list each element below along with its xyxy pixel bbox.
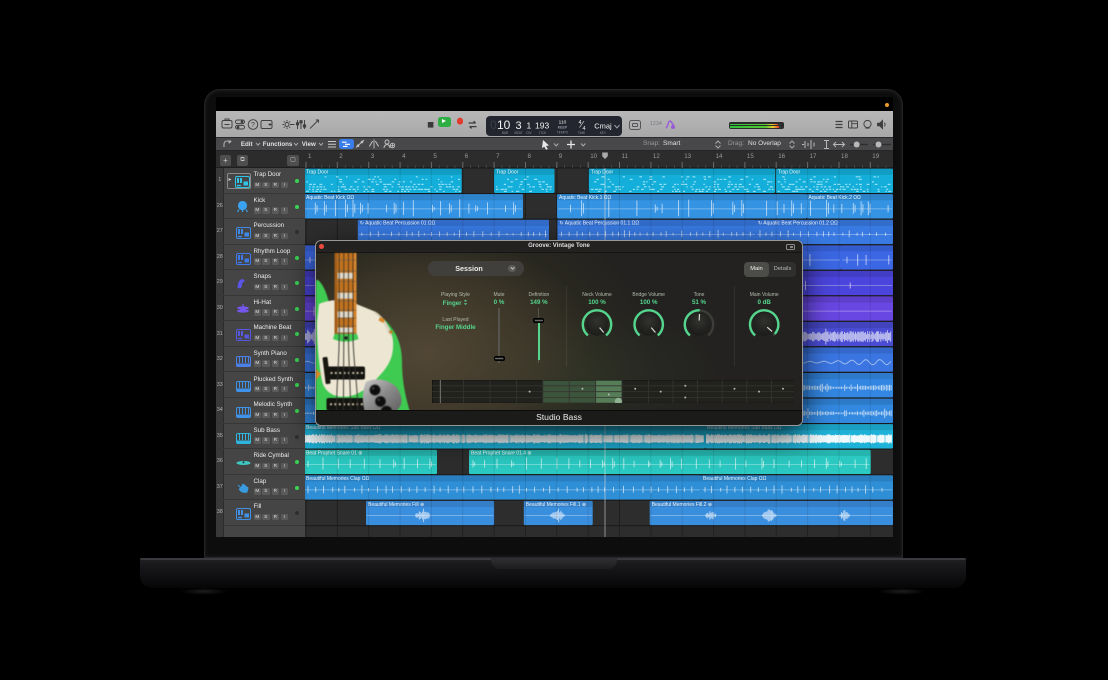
svg-text:Trap Door: Trap Door xyxy=(778,170,801,176)
svg-text:193: 193 xyxy=(535,121,549,131)
svg-text:Beautiful Memories Sub Bass Ω: Beautiful Memories Sub Bass ΩΩ xyxy=(707,425,782,431)
svg-text:1: 1 xyxy=(527,121,532,131)
svg-text:Aquatic Beat Kick ΩΩ: Aquatic Beat Kick ΩΩ xyxy=(306,195,354,201)
svg-text:Beautiful Memories Fill ⊕: Beautiful Memories Fill ⊕ xyxy=(368,502,424,508)
svg-text:↻ Aquatic Beat Percussion 01.2: ↻ Aquatic Beat Percussion 01.2 ΩΩ xyxy=(758,221,838,227)
svg-text:Trap Door: Trap Door xyxy=(496,170,519,176)
svg-text:Beat Prophet Snare 01.4 ⊕: Beat Prophet Snare 01.4 ⊕ xyxy=(471,451,532,457)
svg-text:↻ Aquatic Beat Percussion 01: ↻ Aquatic Beat Percussion 01 ΩΩ xyxy=(360,221,436,227)
svg-text:TIME: TIME xyxy=(578,131,586,135)
svg-text:Beat Prophet Snare 01 ⊕: Beat Prophet Snare 01 ⊕ xyxy=(306,451,362,457)
svg-text:Beautiful Memories Fill.1 ⊕: Beautiful Memories Fill.1 ⊕ xyxy=(526,502,586,508)
svg-text:0: 0 xyxy=(490,118,497,132)
svg-text:Aquatic Beat Kick.2 ΩΩ: Aquatic Beat Kick.2 ΩΩ xyxy=(809,195,861,201)
svg-text:KEEP: KEEP xyxy=(558,125,568,129)
svg-text:↻ Aquatic Beat Percussion 01.1: ↻ Aquatic Beat Percussion 01.1 ΩΩ xyxy=(559,221,639,227)
svg-text:TEMPO: TEMPO xyxy=(557,130,569,134)
svg-text:Beautiful Memories Sub Bass Ω: Beautiful Memories Sub Bass ΩΩ xyxy=(306,425,381,431)
svg-text:BEAT: BEAT xyxy=(514,131,522,135)
svg-text:KEY: KEY xyxy=(600,131,607,135)
svg-text:Beautiful Memories Clap ΩΩ: Beautiful Memories Clap ΩΩ xyxy=(703,476,767,482)
svg-text:DIV: DIV xyxy=(526,131,532,135)
svg-text:Cmaj: Cmaj xyxy=(594,121,612,130)
svg-text:BAR: BAR xyxy=(502,131,509,135)
svg-text:Trap Door: Trap Door xyxy=(591,170,614,176)
svg-text:?: ? xyxy=(251,122,255,129)
svg-text:Aquatic Beat Kick.1 ΩΩ: Aquatic Beat Kick.1 ΩΩ xyxy=(559,195,611,201)
svg-text:10: 10 xyxy=(497,118,511,132)
svg-text:Trap Door: Trap Door xyxy=(306,170,329,176)
svg-text:TICK: TICK xyxy=(539,131,547,135)
